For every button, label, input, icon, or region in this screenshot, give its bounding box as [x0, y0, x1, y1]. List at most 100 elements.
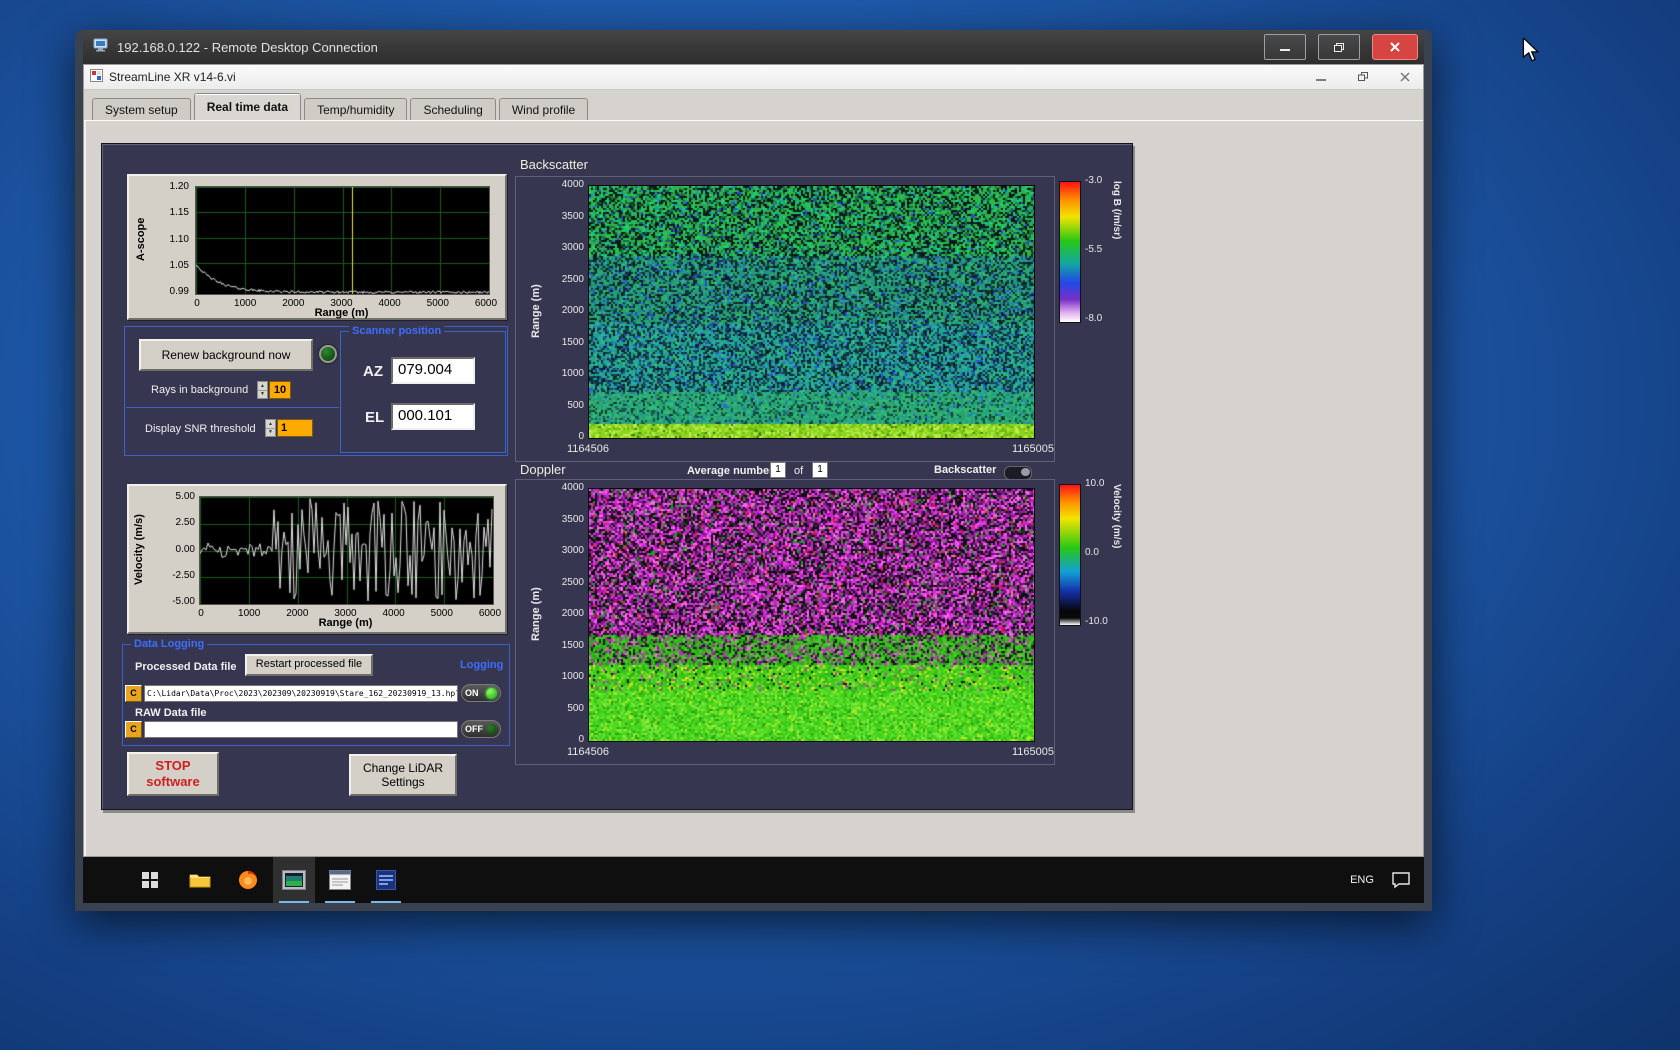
- raw-path-browse-button[interactable]: C: [125, 721, 142, 738]
- velocity-plot: [199, 496, 494, 605]
- main-panel: A-scope 1.20 1.15 1.10 1.05 0.99 0 1000 …: [101, 143, 1133, 810]
- doppler-ytick: 2000: [561, 608, 584, 619]
- tab-real-time-data[interactable]: Real time data: [193, 93, 302, 120]
- app-minimize-button[interactable]: [1303, 65, 1339, 89]
- tab-system-setup[interactable]: System setup: [92, 98, 191, 120]
- document-app-icon[interactable]: [365, 857, 407, 903]
- backscatter-ytick: 3000: [561, 242, 584, 253]
- doppler-y-axis-label: Range (m): [530, 587, 542, 641]
- taskbar: ENG: [83, 857, 1424, 903]
- ascope-ytick: 1.10: [169, 233, 189, 245]
- app-titlebar[interactable]: StreamLine XR v14-6.vi: [84, 65, 1423, 90]
- backscatter-graph: Range (m) 4000 3500 3000 2500 2000 1500 …: [515, 176, 1055, 462]
- backscatter-ytick: 3500: [561, 210, 584, 222]
- average-number-field[interactable]: 1: [770, 462, 786, 478]
- doppler-title: Doppler: [520, 462, 566, 477]
- scanner-position-title: Scanner position: [349, 325, 445, 337]
- doppler-ytick: 1000: [561, 671, 584, 682]
- scan-scheduler-icon[interactable]: [319, 857, 361, 903]
- start-button[interactable]: [129, 857, 171, 903]
- backscatter-ytick: 1000: [561, 368, 584, 379]
- backscatter-ytick: 4000: [561, 179, 584, 190]
- az-value-field[interactable]: 079.004: [391, 357, 475, 384]
- az-label: AZ: [363, 363, 383, 380]
- processed-data-file-label: Processed Data file: [135, 661, 237, 673]
- notification-icon[interactable]: [1384, 857, 1418, 903]
- file-explorer-icon[interactable]: [179, 857, 221, 903]
- ascope-plot[interactable]: [195, 186, 490, 295]
- doppler-colorbar: 10.0 0.0 -10.0 Velocity (m/s): [1059, 479, 1139, 631]
- rdp-minimize-button[interactable]: [1264, 34, 1306, 60]
- language-indicator[interactable]: ENG: [1344, 857, 1380, 903]
- rdp-titlebar[interactable]: 192.168.0.122 - Remote Desktop Connectio…: [83, 30, 1424, 64]
- data-logging-title: Data Logging: [131, 638, 208, 650]
- app-close-button[interactable]: [1387, 65, 1423, 89]
- mouse-cursor: [1522, 36, 1540, 67]
- controls-divider: [126, 407, 339, 408]
- ascope-ytick: 0.99: [169, 286, 189, 297]
- doppler-ytick: 4000: [561, 482, 584, 493]
- tab-wind-profile[interactable]: Wind profile: [498, 98, 589, 120]
- snr-value-field[interactable]: 1: [277, 419, 313, 437]
- average-number-label: Average number: [687, 465, 774, 477]
- el-value-field[interactable]: 000.101: [391, 403, 475, 430]
- app-icon: [90, 69, 103, 85]
- change-lidar-settings-button[interactable]: Change LiDAR Settings: [349, 754, 457, 796]
- ascope-ytick: 1.20: [169, 181, 189, 192]
- doppler-backscatter-toggle[interactable]: [1004, 466, 1032, 480]
- backscatter-ytick: 500: [567, 399, 584, 411]
- rdp-window: 192.168.0.122 - Remote Desktop Connectio…: [75, 30, 1432, 911]
- of-label: of: [794, 465, 804, 477]
- backscatter-colorbar-label: log B (/m/sr): [1111, 181, 1122, 240]
- doppler-graph: Range (m) 4000 3500 3000 2500 2000 1500 …: [515, 479, 1055, 765]
- velocity-x-axis-label: Range (m): [318, 617, 373, 629]
- rays-in-background-label: Rays in background: [151, 384, 249, 396]
- background-controls-panel: Renew background now Rays in background …: [124, 325, 508, 456]
- doppler-ytick: 3000: [561, 545, 584, 556]
- snr-spinner[interactable]: [265, 419, 276, 437]
- rdp-close-button[interactable]: [1372, 34, 1418, 60]
- snr-threshold-label: Display SNR threshold: [145, 423, 256, 435]
- tab-scheduling[interactable]: Scheduling: [410, 98, 496, 120]
- restart-processed-file-button[interactable]: Restart processed file: [245, 654, 373, 676]
- rays-value-field[interactable]: 10: [269, 381, 291, 399]
- processed-path-field[interactable]: C:\Lidar\Data\Proc\2023\202309\20230919\…: [144, 685, 458, 702]
- ascope-ytick: 1.05: [169, 259, 189, 271]
- ascope-x-axis-label: Range (m): [314, 307, 369, 319]
- app-restore-button[interactable]: [1345, 65, 1381, 89]
- renew-background-led: [319, 345, 337, 363]
- velocity-ytick: -5.00: [172, 596, 195, 607]
- logging-label: Logging: [460, 659, 504, 671]
- firefox-icon[interactable]: [227, 857, 269, 903]
- raw-logging-toggle[interactable]: OFF: [461, 720, 501, 738]
- ascope-y-axis-label: A-scope: [135, 217, 147, 262]
- doppler-x-start: 1164506: [566, 746, 610, 758]
- tab-temp-humidity[interactable]: Temp/humidity: [304, 98, 408, 120]
- backscatter-x-end: 1165005: [1011, 443, 1055, 455]
- rdp-restore-button[interactable]: [1318, 34, 1360, 60]
- velocity-ytick: 0.00: [175, 543, 195, 555]
- doppler-backscatter-toggle-label: Backscatter: [934, 464, 997, 476]
- raw-logging-led: [486, 723, 497, 735]
- backscatter-colorbar: -3.0 -5.5 -8.0 log B (/m/sr): [1059, 176, 1139, 328]
- backscatter-title: Backscatter: [520, 157, 588, 172]
- stop-software-button[interactable]: STOP software: [127, 752, 219, 796]
- doppler-ytick: 1500: [561, 639, 584, 651]
- processed-logging-toggle[interactable]: ON: [461, 684, 501, 702]
- ascope-graph-frame: A-scope 1.20 1.15 1.10 1.05 0.99 0 1000 …: [127, 174, 507, 320]
- backscatter-colorbar-gradient: [1059, 181, 1081, 323]
- scanner-position-panel: Scanner position AZ 079.004 EL 000.101: [340, 325, 506, 453]
- doppler-ytick: 500: [567, 702, 584, 714]
- backscatter-ytick: 2500: [561, 273, 584, 285]
- backscatter-ytick: 0: [578, 431, 584, 442]
- app-window-title: StreamLine XR v14-6.vi: [109, 70, 236, 84]
- streamline-app-taskbar-icon[interactable]: [273, 857, 315, 903]
- raw-path-field[interactable]: [144, 721, 458, 738]
- data-logging-panel: Data Logging Processed Data file Restart…: [122, 638, 510, 746]
- velocity-ytick: 2.50: [175, 517, 195, 529]
- tabstrip: System setup Real time data Temp/humidit…: [84, 90, 1423, 121]
- rays-spinner[interactable]: [257, 381, 268, 399]
- renew-background-button[interactable]: Renew background now: [139, 339, 313, 371]
- processed-path-browse-button[interactable]: C: [125, 685, 142, 702]
- average-total-field[interactable]: 1: [812, 462, 828, 478]
